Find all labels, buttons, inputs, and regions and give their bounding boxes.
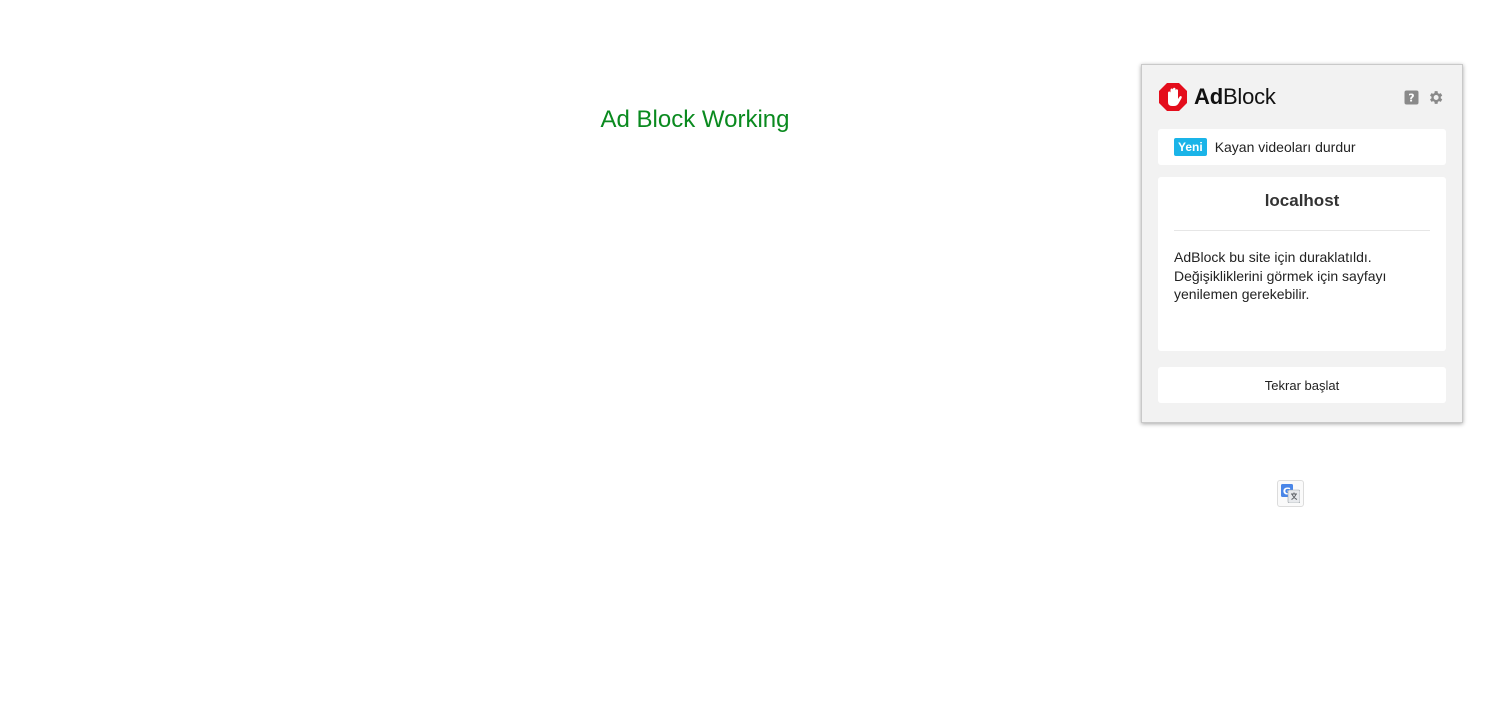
- adblock-logo: AdBlock: [1158, 82, 1276, 112]
- site-domain: localhost: [1174, 191, 1430, 231]
- popup-header: AdBlock ?: [1158, 81, 1446, 113]
- new-badge: Yeni: [1174, 138, 1207, 156]
- adblock-logo-text: AdBlock: [1194, 84, 1276, 109]
- news-text: Kayan videoları durdur: [1214, 139, 1356, 155]
- site-status-card: localhost AdBlock bu site için duraklatı…: [1158, 177, 1446, 351]
- svg-text:?: ?: [1408, 91, 1414, 104]
- google-translate-icon[interactable]: G: [1277, 480, 1304, 507]
- help-icon[interactable]: ?: [1404, 90, 1419, 105]
- resume-button[interactable]: Tekrar başlat: [1158, 367, 1446, 403]
- adblock-logo-icon: [1159, 83, 1187, 111]
- adblock-popup: AdBlock ? Yeni Kayan videoları durdur lo…: [1141, 64, 1463, 423]
- gear-icon[interactable]: [1427, 89, 1444, 106]
- news-item[interactable]: Yeni Kayan videoları durdur: [1158, 129, 1446, 165]
- pause-message: AdBlock bu site için duraklatıldı. Değiş…: [1174, 249, 1387, 302]
